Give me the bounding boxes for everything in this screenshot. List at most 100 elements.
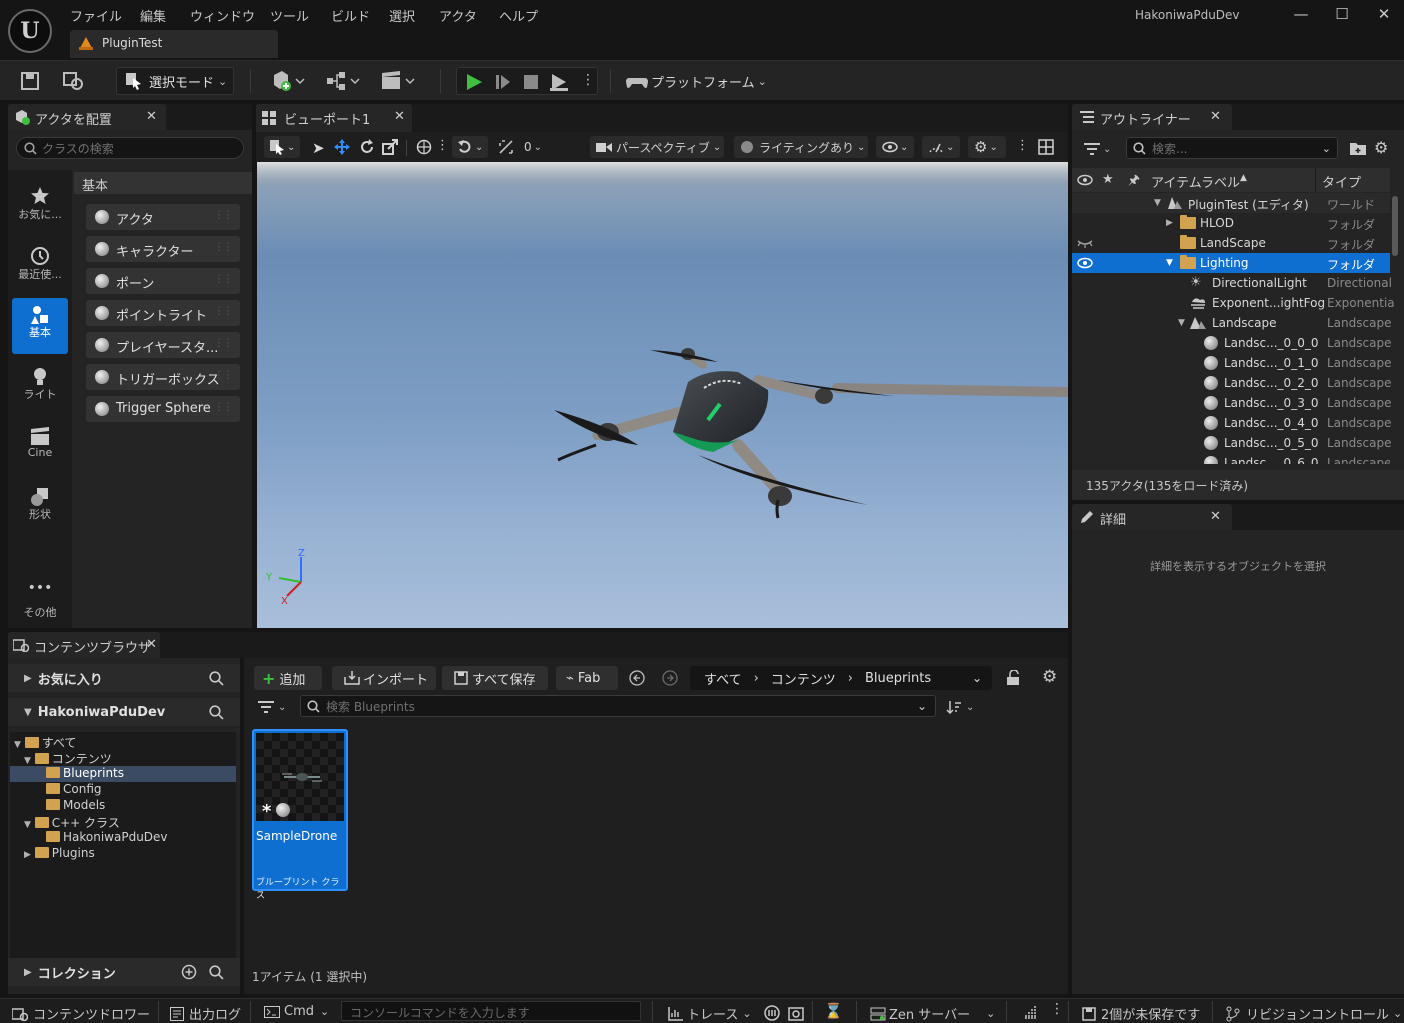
back-arrow-icon[interactable] [629,670,645,686]
revision-control-dropdown[interactable]: リビジョンコントロール ⌄ [1226,1004,1402,1023]
add-button[interactable]: + 追加 [254,666,322,690]
outliner-row[interactable]: Landsc..._0_3_0 Landscape [1072,393,1391,413]
more-options-icon[interactable]: ⋮ [1050,1001,1064,1017]
drag-grip-icon[interactable]: ⋮⋮ [214,242,233,253]
lock-icon[interactable] [1006,670,1020,686]
expand-arrow-icon[interactable]: ▼ [1154,198,1161,208]
select-mode-dropdown[interactable]: 選択モード ⌄ [116,67,234,95]
outliner-row[interactable]: ▼ PluginTest (エディタ) ワールド [1072,193,1390,213]
expand-arrow-icon[interactable]: ▼ [1178,318,1185,328]
cmd-dropdown[interactable]: Cmd ⌄ [264,1004,329,1019]
outliner-row[interactable]: ☀ DirectionalLight Directional [1072,273,1392,293]
tree-item-blueprints[interactable]: Blueprints [10,766,236,782]
category-favorites[interactable]: お気に... [12,180,68,236]
outliner-row[interactable]: Landsc..._0_6_0 Landscape [1072,453,1390,464]
pin-icon[interactable]: 🖈 [1128,171,1140,193]
scale-tool-icon[interactable] [382,139,398,155]
outliner-row[interactable]: Exponent...ightFog Exponentia [1072,293,1395,313]
save-all-button[interactable]: すべて保存 [442,666,548,690]
category-more[interactable]: ••• その他 [12,578,68,634]
class-search-input[interactable]: クラスの検索 [16,137,244,159]
layout-icon[interactable] [1038,139,1054,155]
column-item-label[interactable]: アイテムラベル [1151,172,1240,191]
outliner-row[interactable]: Landsc..._0_4_0 Landscape [1072,413,1391,433]
outliner-row[interactable]: Landsc..._0_0_0 Landscape [1072,333,1391,353]
trace-dropdown[interactable]: トレース ⌄ [668,1004,752,1023]
viewport-scene[interactable]: Z Y X [257,162,1068,628]
gear-icon[interactable]: ⚙ [1042,667,1057,687]
tree-item-models[interactable]: Models [46,798,105,814]
step-icon[interactable] [494,73,512,91]
select-tool-icon[interactable]: ➤ [312,139,325,157]
viewport-tab[interactable]: ビューポート1 ✕ [256,104,412,132]
menu-window[interactable]: ウィンドウ [190,6,255,25]
screenshot-icon[interactable] [788,1005,804,1021]
eject-icon[interactable] [549,73,569,91]
tree-item-config[interactable]: Config [46,782,102,798]
transform-mode-dropdown[interactable]: ⌄ [264,136,300,158]
output-log-button[interactable]: 出力ログ [170,1004,241,1023]
close-icon[interactable]: ✕ [1210,509,1221,524]
forward-arrow-icon[interactable] [662,670,678,686]
hidden-eye-icon[interactable] [1077,238,1093,248]
eye-icon[interactable] [1077,257,1093,269]
tree-item-content[interactable]: ▼ コンテンツ [24,750,112,766]
surface-snap-dropdown[interactable]: ⌄ [452,136,488,158]
move-tool-icon[interactable] [334,139,350,155]
menu-build[interactable]: ビルド [331,6,370,25]
stop-icon[interactable] [522,73,540,91]
hourglass-icon[interactable]: ⌛ [824,1002,843,1020]
breadcrumb-blueprints[interactable]: Blueprints [865,671,931,686]
outliner-row[interactable]: ▶ HLOD フォルダ [1072,213,1390,233]
menu-select[interactable]: 選択 [389,6,415,25]
search-icon[interactable] [209,704,224,720]
play-icon[interactable] [465,73,483,91]
level-tab[interactable]: PluginTest [70,30,278,58]
drag-grip-icon[interactable]: ⋮⋮ [214,210,233,221]
more-options-icon[interactable]: ⋮ [1016,138,1029,153]
chevron-down-icon[interactable]: ⌄ [972,671,982,685]
grid-snap-toggle[interactable]: 0 ⌄ [498,136,542,158]
actor-item-trigger-box[interactable]: トリガーボックス ⋮⋮ [86,364,240,390]
close-icon[interactable]: ✕ [1210,109,1221,124]
lighting-dropdown[interactable]: ライティングあり ⌄ [734,136,868,158]
asset-search-input[interactable]: 検索 Blueprints ⌄ [300,695,936,717]
category-recent[interactable]: 最近使... [12,240,68,296]
unreal-logo[interactable]: U [8,9,52,53]
drag-grip-icon[interactable]: ⋮⋮ [214,402,233,413]
collections-section[interactable]: ▶ コレクション [8,958,240,986]
show-flags-dropdown[interactable]: ⌄ [876,136,914,158]
visibility-column-eye-icon[interactable] [1077,174,1093,186]
actor-item-pawn[interactable]: ポーン ⋮⋮ [86,268,240,294]
category-shapes[interactable]: 形状 [12,480,68,536]
tree-item-cpp-project[interactable]: HakoniwaPduDev [46,830,168,846]
drag-grip-icon[interactable]: ⋮⋮ [214,370,233,381]
actor-item-trigger-sphere[interactable]: Trigger Sphere ⋮⋮ [86,396,240,422]
close-window-button[interactable]: ✕ [1370,4,1398,24]
platform-dropdown[interactable]: プラットフォーム ⌄ [626,69,767,93]
asset-tile-sampledrone[interactable]: * SampleDrone ブループリント クラス [252,729,348,901]
maximize-button[interactable]: ☐ [1328,4,1356,24]
menu-actor[interactable]: アクタ [439,6,477,25]
actor-item-actor[interactable]: アクタ ⋮⋮ [86,204,240,230]
breadcrumb-all[interactable]: すべて [704,669,742,688]
search-icon[interactable] [209,670,224,686]
outliner-tab[interactable]: アウトライナー ✕ [1072,104,1232,130]
asset-filter-dropdown[interactable]: ⌄ [258,698,286,716]
outliner-row[interactable]: ▼ Landscape Landscape [1072,313,1391,333]
tree-item-plugins[interactable]: ▶ Plugins [24,846,95,862]
world-space-icon[interactable] [416,139,432,155]
scalability-dropdown[interactable]: ⌄ [922,136,960,158]
close-icon[interactable]: ✕ [146,109,157,124]
breadcrumb-content[interactable]: コンテンツ [771,669,836,688]
actor-item-player-start[interactable]: プレイヤースタ... ⋮⋮ [86,332,240,358]
add-folder-icon[interactable] [1350,141,1366,155]
outliner-row[interactable]: Landsc..._0_2_0 Landscape [1072,373,1391,393]
outliner-scrollbar[interactable] [1392,196,1398,256]
expand-arrow-icon[interactable]: ▼ [1166,258,1173,268]
outliner-row[interactable]: LandScape フォルダ [1072,233,1390,253]
search-icon[interactable] [209,964,224,980]
add-actor-icon[interactable] [270,69,306,93]
tree-item-all[interactable]: ▼ すべて [14,734,76,750]
rotate-tool-icon[interactable] [359,139,375,155]
